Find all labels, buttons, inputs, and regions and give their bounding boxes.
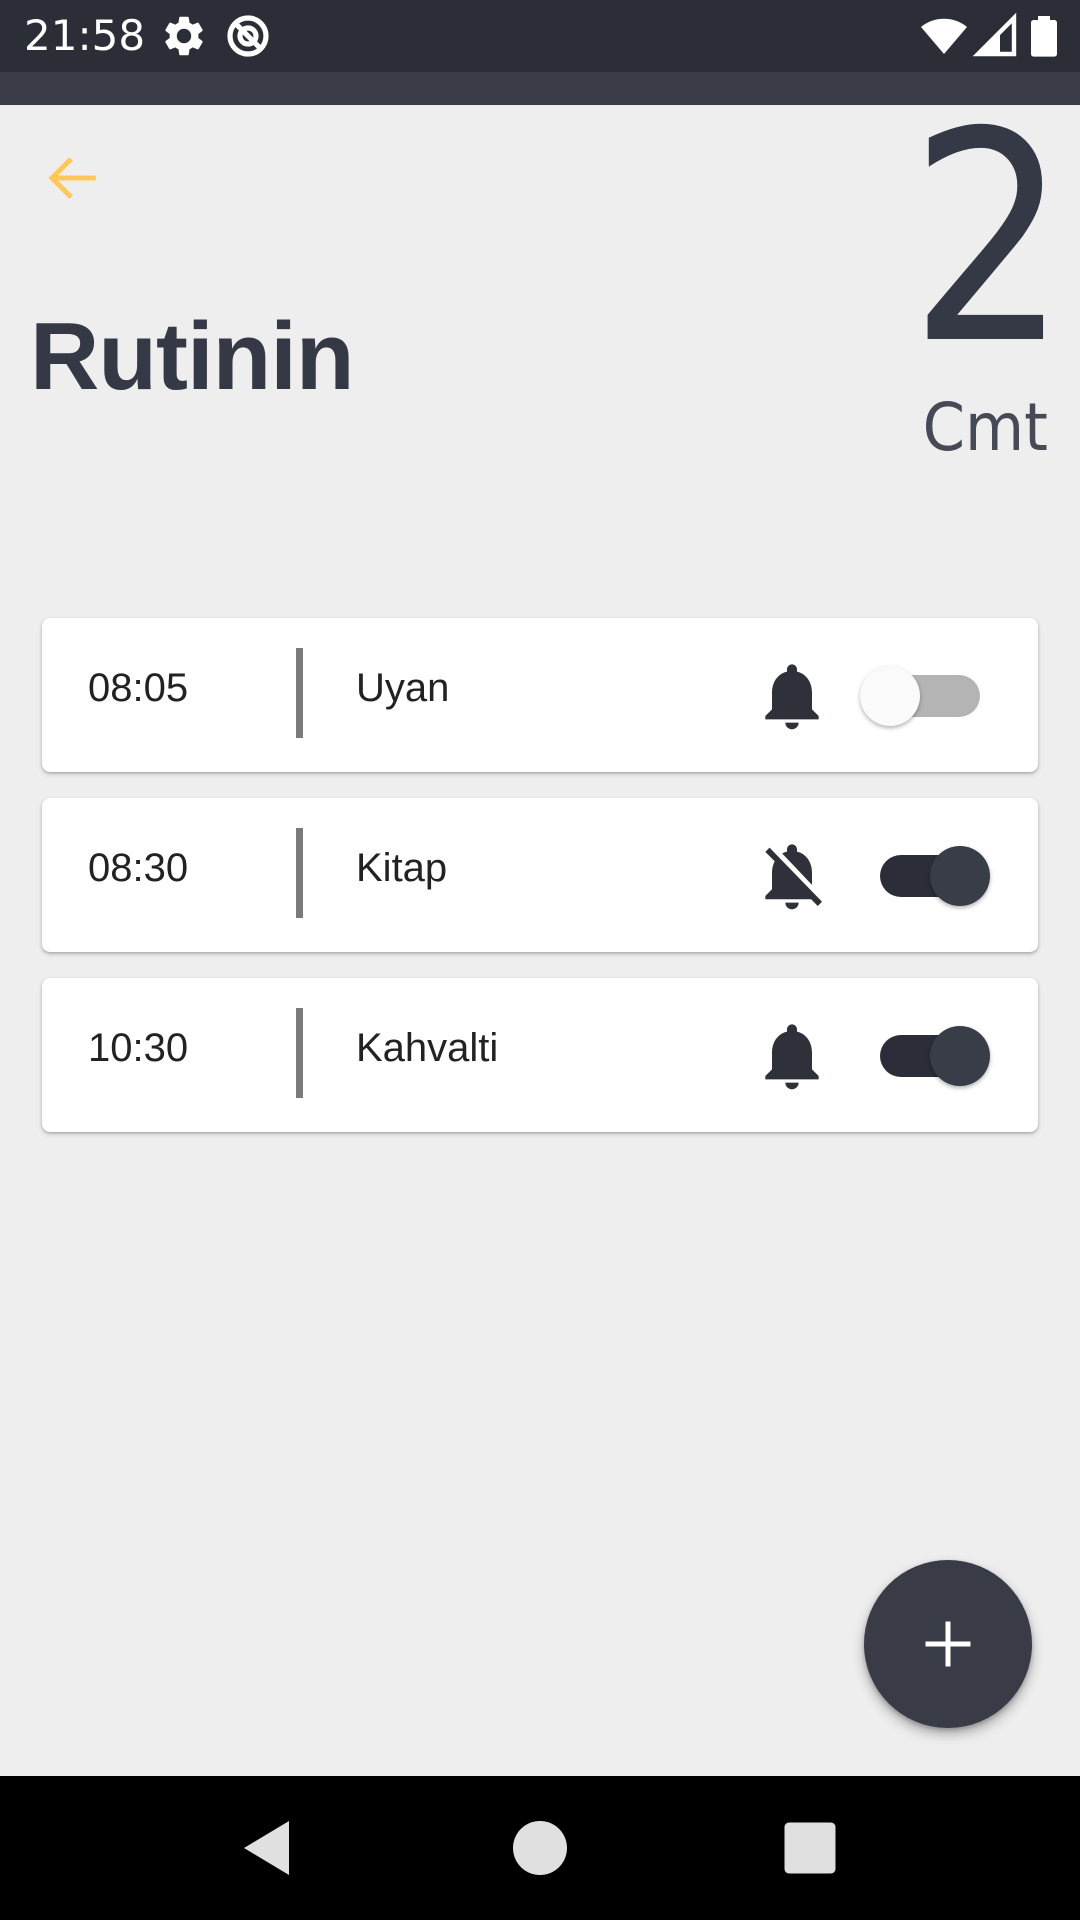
bell-off-icon[interactable] (752, 836, 832, 916)
bell-icon[interactable] (752, 1016, 832, 1096)
recents-square-icon[interactable] (774, 1812, 846, 1884)
status-bar: 21:58 (0, 0, 1080, 72)
routine-time: 08:30 (88, 846, 189, 890)
toggle-thumb (930, 846, 990, 906)
routine-divider (296, 1008, 303, 1098)
wifi-icon (921, 18, 967, 54)
routine-card[interactable]: 10:30 Kahvalti (42, 978, 1038, 1132)
status-time: 21:58 (24, 11, 146, 60)
navigation-bar (0, 1776, 1080, 1920)
bell-icon[interactable] (752, 656, 832, 736)
signal-icon (972, 12, 1017, 57)
routine-name: Kahvalti (356, 1026, 499, 1070)
toggle-thumb (930, 1026, 990, 1086)
add-routine-button[interactable] (864, 1560, 1032, 1728)
routine-time: 08:05 (88, 666, 189, 710)
home-circle-icon[interactable] (504, 1812, 576, 1884)
routine-card[interactable]: 08:30 Kitap (42, 798, 1038, 952)
routine-name: Kitap (356, 846, 448, 890)
screen: 21:58 Rutinin 2 Cmt 08:05 Uyan 08:30 Kit… (0, 0, 1080, 1920)
routine-toggle[interactable] (860, 1026, 990, 1086)
arrow-left-icon (48, 157, 96, 199)
routine-count: 2 (909, 71, 1068, 408)
toggle-thumb (860, 666, 920, 726)
back-triangle-icon[interactable] (232, 1812, 304, 1884)
routine-divider (296, 648, 303, 738)
routine-card[interactable]: 08:05 Uyan (42, 618, 1038, 772)
routine-count-unit: Cmt (922, 389, 1048, 466)
gear-icon (165, 16, 203, 56)
sync-icon (227, 15, 269, 57)
routine-toggle[interactable] (860, 666, 986, 726)
page-title: Rutinin (30, 303, 355, 410)
battery-icon (1031, 16, 1057, 57)
routine-toggle[interactable] (860, 846, 990, 906)
back-button[interactable] (40, 146, 104, 210)
plus-icon (925, 1621, 971, 1667)
routine-name: Uyan (356, 666, 450, 710)
routine-time: 10:30 (88, 1026, 189, 1070)
routine-divider (296, 828, 303, 918)
